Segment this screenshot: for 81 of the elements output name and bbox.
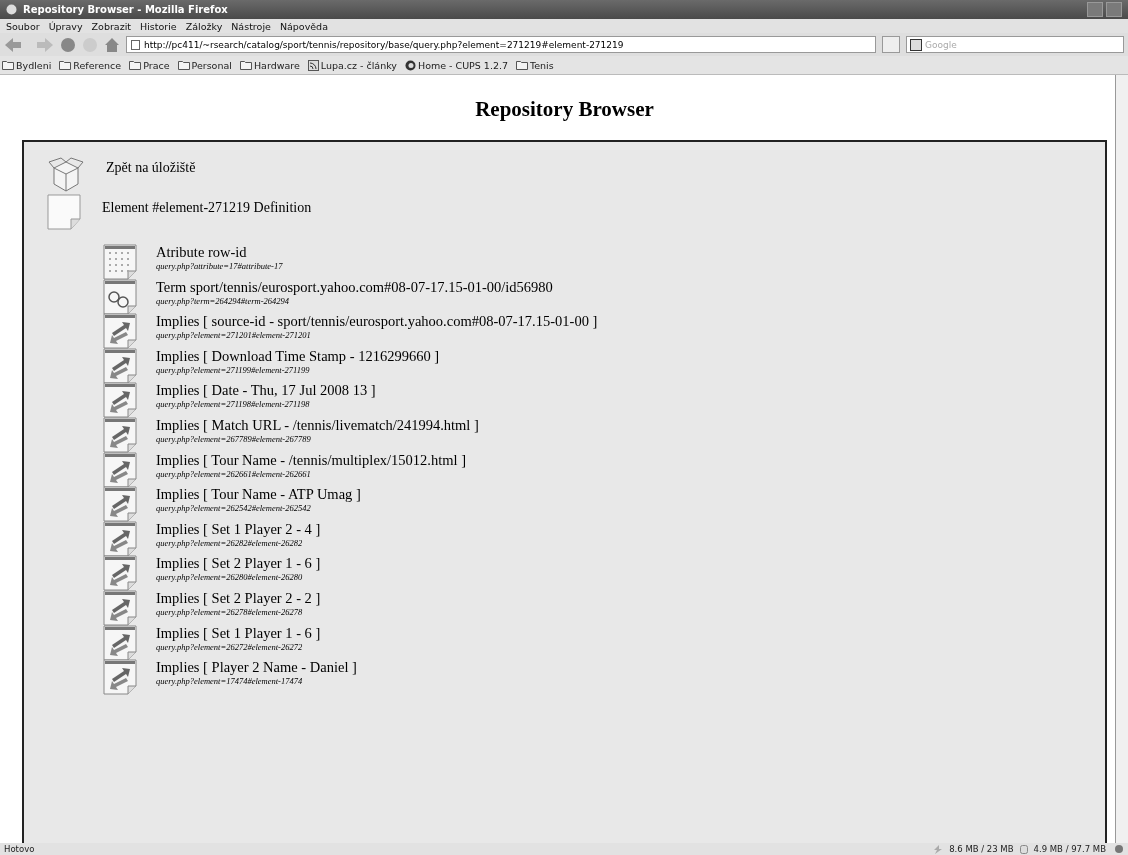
- folder-icon: [177, 60, 190, 70]
- bookmark-item[interactable]: Prace: [129, 59, 170, 71]
- item-title-link[interactable]: Implies [ source-id - sport/tennis/eurosport.yahoo.com#08-07-17.15-01-00 ]: [156, 313, 598, 331]
- item-url-link[interactable]: query.php?term=264294#term-264294: [156, 295, 553, 306]
- item-title-link[interactable]: Implies [ Tour Name - /tennis/multiplex/15012.html ]: [156, 451, 467, 469]
- network-usage: 8.6 MB / 23 MB: [949, 844, 1014, 854]
- item-title-link[interactable]: Implies [ Date - Thu, 17 Jul 2008 13 ]: [156, 382, 376, 400]
- menu-item[interactable]: Soubor: [6, 20, 40, 32]
- browser-logo-icon: [6, 4, 17, 15]
- page-heading: Repository Browser: [474, 97, 655, 122]
- attribute-page-icon: [102, 244, 138, 280]
- url-text: http://pc411/~rsearch/catalog/sport/tennis/repository/base/query.php?element=271219#element-271219: [144, 39, 624, 50]
- item-title-link[interactable]: Implies [ Set 2 Player 1 - 6 ]: [156, 555, 321, 573]
- arrows-page-icon: [102, 659, 138, 696]
- address-field[interactable]: http://pc411/~rsearch/catalog/sport/tennis/repository/base/query.php?element=271219#element-271219: [126, 36, 876, 53]
- arrows-page-icon: [102, 313, 138, 350]
- bookmark-item[interactable]: Hardware: [239, 59, 300, 71]
- item-url-link[interactable]: query.php?element=26282#element-26282: [156, 537, 321, 548]
- item-url-link[interactable]: query.php?element=271201#element-271201: [156, 330, 598, 341]
- item-url-link[interactable]: query.php?element=26278#element-26278: [156, 606, 321, 617]
- home-icon[interactable]: [104, 36, 120, 53]
- item-url-link[interactable]: query.php?element=262661#element-262661: [156, 468, 467, 479]
- menu-item[interactable]: Úpravy: [48, 20, 83, 32]
- item-title-link[interactable]: Implies [ Tour Name - ATP Umag ]: [156, 486, 361, 504]
- menu-item[interactable]: Záložky: [185, 20, 223, 32]
- item-title-link[interactable]: Implies [ Player 2 Name - Daniel ]: [156, 659, 357, 677]
- folder-icon: [239, 60, 252, 70]
- status-text: Hotovo: [4, 844, 35, 854]
- bookmark-item[interactable]: Bydleni: [2, 59, 52, 71]
- bookmark-item[interactable]: Home - CUPS 1.2.7: [405, 59, 509, 71]
- arrows-page-icon: [102, 486, 138, 523]
- item-title-link[interactable]: Implies [ Set 2 Player 2 - 2 ]: [156, 589, 321, 607]
- maximize-button[interactable]: [1106, 2, 1122, 17]
- window-title: Repository Browser - Mozilla Firefox: [23, 4, 228, 15]
- item-url-link[interactable]: query.php?element=262542#element-262542: [156, 503, 361, 514]
- glasses-page-icon: [102, 278, 138, 315]
- go-button[interactable]: [882, 36, 900, 53]
- item-url-link[interactable]: query.php?element=267789#element-267789: [156, 433, 479, 444]
- arrows-page-icon: [102, 624, 138, 661]
- arrows-page-icon: [102, 555, 138, 592]
- item-title-link[interactable]: Term sport/tennis/eurosport.yahoo.com#08-07-17.15-01-00/id56980: [156, 278, 553, 296]
- memory-usage: 4.9 MB / 97.7 MB: [1033, 844, 1106, 854]
- feed-icon: [307, 59, 319, 71]
- search-placeholder: Google: [925, 39, 957, 50]
- item-url-link[interactable]: query.php?element=26272#element-26272: [156, 641, 321, 652]
- document-icon: [46, 194, 82, 230]
- item-title-link[interactable]: Implies [ Set 1 Player 1 - 6 ]: [156, 624, 321, 642]
- folder-icon: [59, 60, 72, 70]
- bookmark-item[interactable]: Personal: [177, 59, 232, 71]
- menu-item[interactable]: Zobrazit: [91, 20, 132, 32]
- arrows-page-icon: [102, 520, 138, 557]
- item-url-link[interactable]: query.php?element=271198#element-271198: [156, 399, 376, 410]
- arrows-page-icon: [102, 416, 138, 453]
- item-url-link[interactable]: query.php?element=17474#element-17474: [156, 676, 357, 687]
- item-title-link[interactable]: Implies [ Match URL - /tennis/livematch/241994.html ]: [156, 416, 479, 434]
- item-url-link[interactable]: query.php?element=271199#element-271199: [156, 364, 440, 375]
- item-title-link[interactable]: Implies [ Set 1 Player 2 - 4 ]: [156, 520, 321, 538]
- item-title-link[interactable]: Implies [ Download Time Stamp - 1216299660 ]: [156, 347, 440, 365]
- arrows-page-icon: [102, 382, 138, 419]
- arrows-page-icon: [102, 451, 138, 488]
- item-url-link[interactable]: query.php?attribute=17#attribute-17: [156, 261, 283, 271]
- item-title-link[interactable]: Atribute row-id: [156, 244, 283, 261]
- bookmark-item[interactable]: Lupa.cz - články: [307, 59, 397, 71]
- menu-item[interactable]: Nástroje: [231, 20, 271, 32]
- page-icon: [131, 39, 140, 50]
- menu-item[interactable]: Historie: [140, 20, 177, 32]
- minimize-button[interactable]: [1087, 2, 1103, 17]
- open-box-icon: [46, 154, 86, 194]
- bookmark-item[interactable]: Reference: [59, 59, 122, 71]
- item-url-link[interactable]: query.php?element=26280#element-26280: [156, 572, 321, 583]
- scrollbar[interactable]: [1115, 75, 1128, 843]
- folder-icon: [2, 60, 14, 70]
- definition-title: Element #element-271219 Definition: [102, 200, 312, 216]
- bookmark-item[interactable]: Tenis: [516, 59, 554, 71]
- back-link[interactable]: Zpět na úložiště: [106, 160, 196, 176]
- arrows-page-icon: [102, 589, 138, 626]
- folder-icon: [516, 60, 529, 70]
- folder-icon: [129, 60, 142, 70]
- search-engine-icon[interactable]: [910, 38, 922, 51]
- menu-item[interactable]: Nápověda: [279, 20, 328, 32]
- arrows-page-icon: [102, 347, 138, 384]
